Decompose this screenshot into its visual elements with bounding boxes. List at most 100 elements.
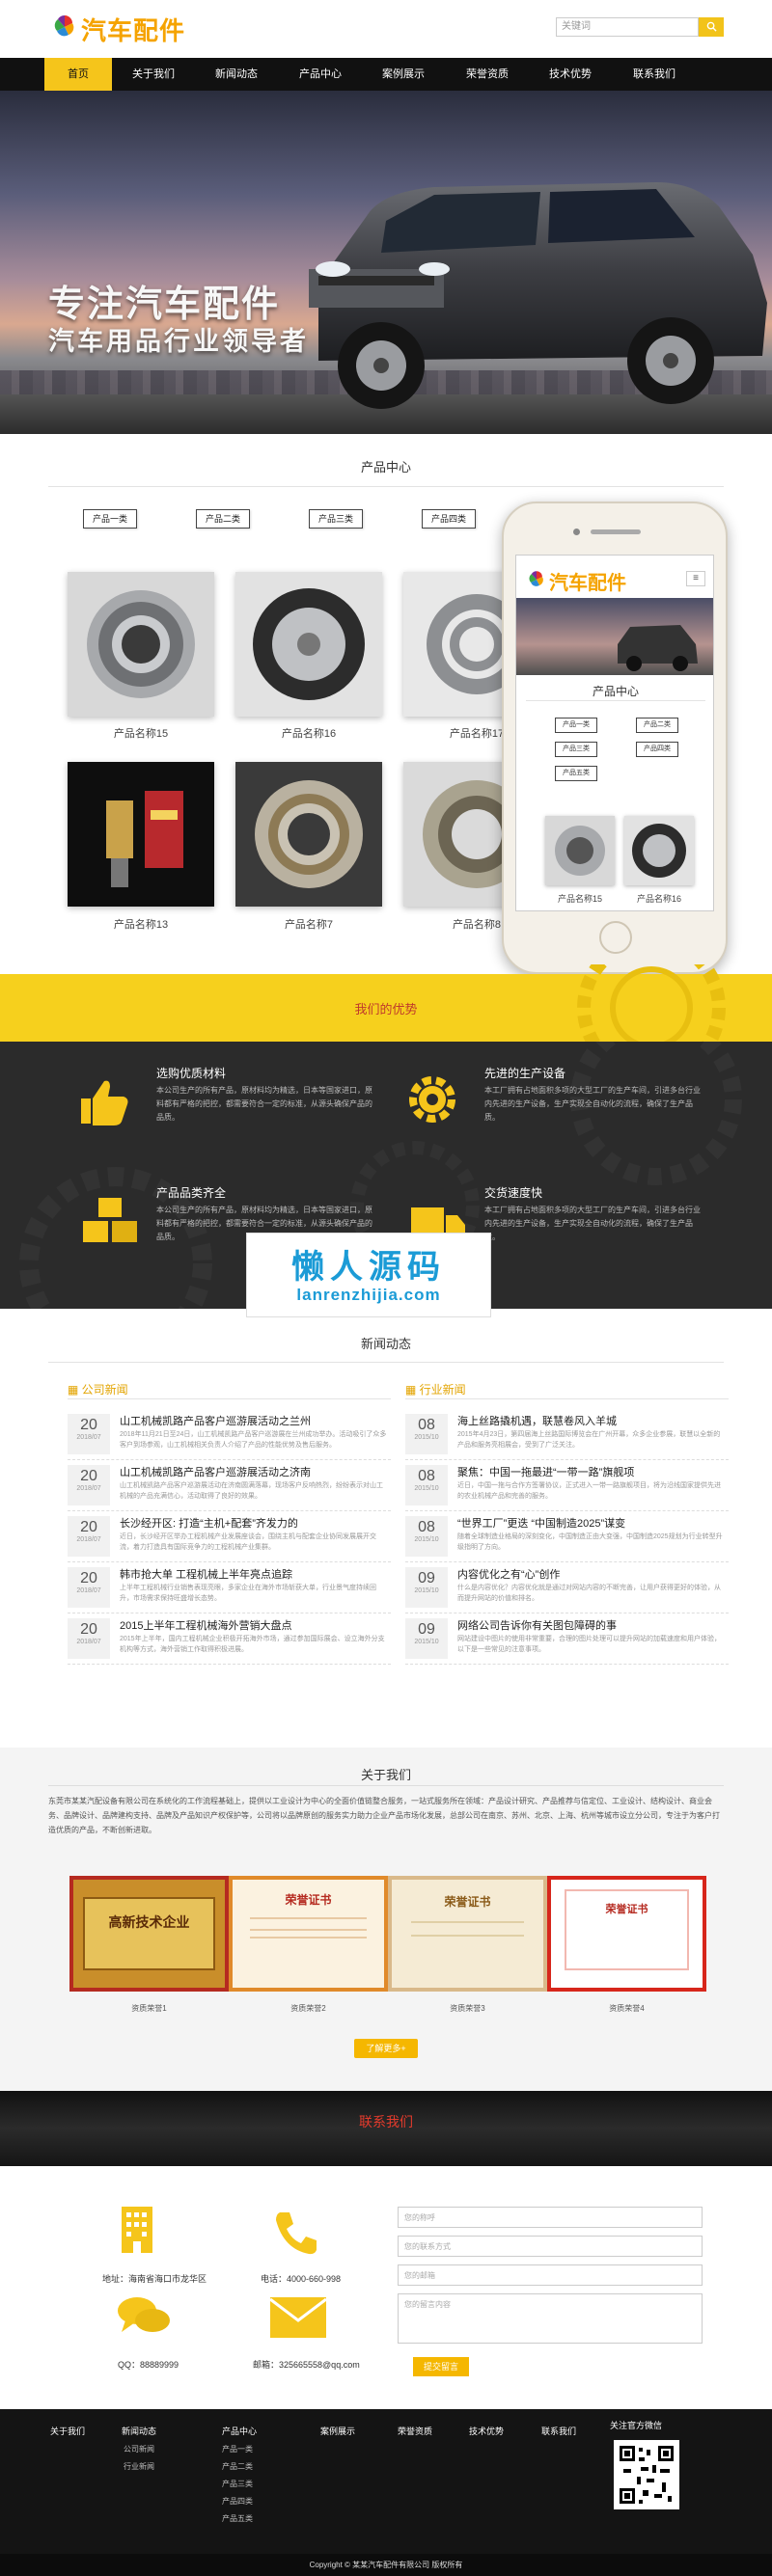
certificate-caption[interactable]: 资质荣誉3 <box>388 2003 547 2014</box>
advantage-title: 先进的生产设备 <box>484 1067 566 1080</box>
contact-field[interactable]: 您的联系方式 <box>398 2236 703 2257</box>
search-button[interactable] <box>699 17 724 37</box>
bearing-image <box>545 816 615 885</box>
site-header: 汽车配件 关键词 <box>0 0 772 58</box>
nav-item-tech[interactable]: 技术优势 <box>537 58 604 91</box>
nav-item-about[interactable]: 关于我们 <box>120 58 187 91</box>
news-row[interactable]: 09 2015/10 网络公司告诉你有关图包障碍的事 网站建设中图片的使用非常重要… <box>405 1614 729 1665</box>
phone-tab[interactable]: 产品二类 <box>636 718 678 733</box>
footer-link[interactable]: 产品五类 <box>222 2513 253 2524</box>
nav-item-news[interactable]: 新闻动态 <box>203 58 270 91</box>
nav-item-honors[interactable]: 荣誉资质 <box>454 58 521 91</box>
company-news-head[interactable]: ▦ 公司新闻 <box>68 1381 128 1397</box>
product-card[interactable] <box>235 572 382 717</box>
logo-text[interactable]: 汽车配件 <box>81 12 185 47</box>
news-row[interactable]: 20 2018/07 2015上半年工程机械海外营销大盘点 2015年上半年，国内… <box>68 1614 391 1665</box>
nav-item-cases[interactable]: 案例展示 <box>370 58 437 91</box>
news-row[interactable]: 20 2018/07 山工机械凯路产品客户巡游展活动之兰州 2018年11月21日… <box>68 1410 391 1460</box>
phone-product-name[interactable]: 产品名称16 <box>624 892 694 905</box>
news-title[interactable]: “世界工厂”更迭 “中国制造2025”谋变 <box>457 1515 625 1531</box>
product-card[interactable] <box>68 572 214 717</box>
news-title[interactable]: 网络公司告诉你有关图包障碍的事 <box>457 1617 617 1633</box>
product-tab[interactable]: 产品三类 <box>309 509 363 529</box>
news-row[interactable]: 20 2018/07 长沙经开区: 打造“主机+配套”齐发力的 近日，长沙经开区举… <box>68 1512 391 1562</box>
phone-product-card[interactable] <box>545 816 615 885</box>
footer-link-contact[interactable]: 联系我们 <box>541 2425 576 2437</box>
nav-item-contact[interactable]: 联系我们 <box>620 58 688 91</box>
certificate-caption[interactable]: 资质荣誉2 <box>229 2003 388 2014</box>
advantage-text: 本工厂拥有占地面积多项的大型工厂的生产车间，引进多台行业内先进的生产设备，生产实… <box>484 1206 701 1241</box>
product-name[interactable]: 产品名称7 <box>235 916 382 932</box>
footer-link-honors[interactable]: 荣誉资质 <box>398 2425 432 2437</box>
footer-link[interactable]: 公司新闻 <box>124 2444 154 2454</box>
submit-button[interactable]: 提交留言 <box>413 2357 469 2376</box>
footer-link-products[interactable]: 产品中心 <box>222 2425 257 2437</box>
product-card[interactable] <box>68 762 214 907</box>
certificate-caption[interactable]: 资质荣誉4 <box>547 2003 706 2014</box>
search-input[interactable]: 关键词 <box>556 17 699 37</box>
message-field[interactable]: 您的留言内容 <box>398 2293 703 2344</box>
certificate-image[interactable]: 荣誉证书 <box>547 1876 706 1992</box>
news-row[interactable]: 09 2015/10 内容优化之有“心”创作 什么是内容优化？内容优化就是通过对网… <box>405 1563 729 1613</box>
nav-item-products[interactable]: 产品中心 <box>287 58 354 91</box>
phone-product-card[interactable] <box>624 816 694 885</box>
product-tab[interactable]: 产品一类 <box>83 509 137 529</box>
footer-link-about[interactable]: 关于我们 <box>50 2425 85 2437</box>
product-name[interactable]: 产品名称13 <box>68 916 214 932</box>
divider <box>48 486 724 487</box>
footer-link[interactable]: 产品一类 <box>222 2444 253 2454</box>
news-date: 09 2015/10 <box>405 1567 448 1608</box>
news-row[interactable]: 08 2015/10 聚焦：中国一拖最进“一带一路”旗舰项 近日，中国一拖与合作方… <box>405 1461 729 1511</box>
nav-item-home[interactable]: 首页 <box>44 58 112 91</box>
footer-link[interactable]: 产品三类 <box>222 2479 253 2489</box>
product-tab[interactable]: 产品四类 <box>422 509 476 529</box>
divider <box>411 1935 524 1937</box>
footer-link-cases[interactable]: 案例展示 <box>320 2425 355 2437</box>
phone-tab[interactable]: 产品四类 <box>636 742 678 757</box>
qr-title: 关注官方微信 <box>610 2421 663 2430</box>
news-title[interactable]: 长沙经开区: 打造“主机+配套”齐发力的 <box>120 1515 298 1531</box>
phone-tab[interactable]: 产品三类 <box>555 742 597 757</box>
news-row[interactable]: 08 2015/10 海上丝路撬机遇，联慧卷风入羊城 2015年4月23日，第四届… <box>405 1410 729 1460</box>
news-row[interactable]: 20 2018/07 山工机械凯路产品客户巡游展活动之济南 山工机械凯路产品客户巡… <box>68 1461 391 1511</box>
footer-link[interactable]: 产品二类 <box>222 2461 253 2472</box>
phone-screen: 汽车配件 ≡ 产品中心 产品一类 产品二类 产品三类 产品四类 产品五类 产品名… <box>515 555 714 911</box>
phone-tab[interactable]: 产品五类 <box>555 766 597 781</box>
divider <box>250 1937 367 1939</box>
products-title: 产品中心 <box>360 460 411 475</box>
footer-link[interactable]: 产品四类 <box>222 2496 253 2507</box>
news-row[interactable]: 08 2015/10 “世界工厂”更迭 “中国制造2025”谋变 随着全球制造业格… <box>405 1512 729 1562</box>
certificate-text: 荣誉证书 <box>565 1889 689 1970</box>
divider <box>48 1785 724 1786</box>
product-card[interactable] <box>235 762 382 907</box>
news-row[interactable]: 20 2018/07 韩市抢大单 工程机械上半年亮点追踪 上半年工程机械行业销售表… <box>68 1563 391 1613</box>
certificate-image[interactable]: 荣誉证书 <box>388 1876 547 1992</box>
certificate-image[interactable]: 高新技术企业 <box>69 1876 229 1992</box>
news-title[interactable]: 2015上半年工程机械海外营销大盘点 <box>120 1617 291 1633</box>
news-title[interactable]: 海上丝路撬机遇，联慧卷风入羊城 <box>457 1413 617 1428</box>
phone-tab[interactable]: 产品一类 <box>555 718 597 733</box>
news-title[interactable]: 韩市抢大单 工程机械上半年亮点追踪 <box>120 1566 292 1582</box>
product-name[interactable]: 产品名称15 <box>68 725 214 741</box>
news-summary: 上半年工程机械行业销售表现亮眼，多家企业在海外市场斩获大单，行业景气度持续回升，… <box>120 1585 376 1602</box>
name-field[interactable]: 您的称呼 <box>398 2207 703 2228</box>
news-title[interactable]: 山工机械凯路产品客户巡游展活动之兰州 <box>120 1413 311 1428</box>
news-title[interactable]: 聚焦：中国一拖最进“一带一路”旗舰项 <box>457 1464 634 1479</box>
product-tab[interactable]: 产品二类 <box>196 509 250 529</box>
learn-more-button[interactable]: 了解更多+ <box>354 2039 418 2058</box>
contact-title: 联系我们 <box>359 2114 413 2129</box>
logo-icon[interactable] <box>50 13 79 41</box>
email-field[interactable]: 您的邮箱 <box>398 2264 703 2286</box>
phone-product-name[interactable]: 产品名称15 <box>545 892 615 905</box>
menu-icon[interactable]: ≡ <box>686 571 705 586</box>
news-title[interactable]: 内容优化之有“心”创作 <box>457 1566 560 1582</box>
hero-banner[interactable]: 专注汽车配件 汽车用品行业领导者 <box>0 91 772 434</box>
product-name[interactable]: 产品名称16 <box>235 725 382 741</box>
certificate-image[interactable]: 荣誉证书 <box>229 1876 388 1992</box>
industry-news-head[interactable]: ▦ 行业新闻 <box>405 1381 466 1397</box>
footer-link-tech[interactable]: 技术优势 <box>469 2425 504 2437</box>
footer-link[interactable]: 行业新闻 <box>124 2461 154 2472</box>
news-title[interactable]: 山工机械凯路产品客户巡游展活动之济南 <box>120 1464 311 1479</box>
footer-link-news[interactable]: 新闻动态 <box>122 2425 156 2437</box>
certificate-caption[interactable]: 资质荣誉1 <box>69 2003 229 2014</box>
